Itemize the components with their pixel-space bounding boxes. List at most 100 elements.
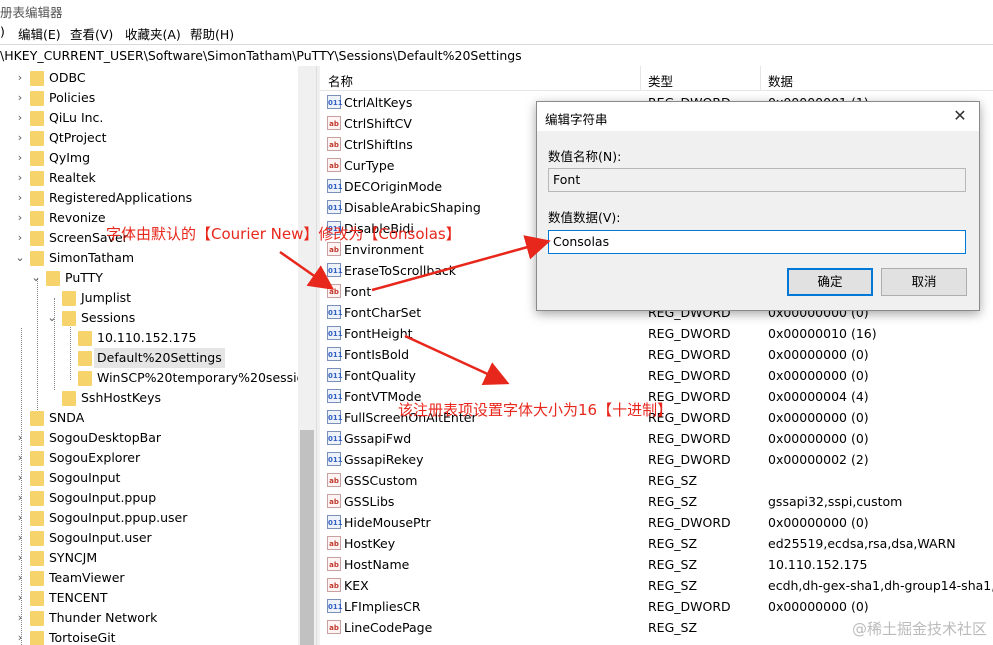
- chevron-right-icon[interactable]: ›: [14, 108, 26, 128]
- tree-item[interactable]: › TeamViewer: [0, 568, 298, 588]
- column-separator[interactable]: [760, 66, 761, 90]
- tree-item[interactable]: ⌄ SimonTatham: [0, 248, 298, 268]
- column-separator[interactable]: [640, 66, 641, 90]
- folder-icon: [30, 571, 44, 586]
- tree-item[interactable]: WinSCP%20temporary%20session: [0, 368, 312, 388]
- tree-item[interactable]: › SogouExplorer: [0, 448, 298, 468]
- header-name[interactable]: 名称: [328, 71, 353, 90]
- chevron-right-icon[interactable]: ›: [14, 68, 26, 88]
- chevron-right-icon[interactable]: ›: [14, 588, 26, 608]
- header-type[interactable]: 类型: [648, 71, 673, 90]
- menu-file[interactable]: ): [0, 24, 5, 39]
- value-name: DECOriginMode: [344, 179, 443, 194]
- tree-item[interactable]: › QyImg: [0, 148, 298, 168]
- menu-edit[interactable]: 编辑(E): [18, 24, 61, 43]
- folder-icon: [30, 471, 44, 486]
- tree-item[interactable]: SshHostKeys: [0, 388, 298, 408]
- chevron-right-icon[interactable]: ›: [14, 448, 26, 468]
- tree-item[interactable]: › Policies: [0, 88, 298, 108]
- tree-item[interactable]: 10.110.152.175: [0, 328, 298, 348]
- tree-item-label: SimonTatham: [49, 250, 135, 265]
- chevron-right-icon[interactable]: ›: [14, 208, 26, 228]
- list-row[interactable]: 011 FontQuality REG_DWORD 0x00000000 (0): [320, 365, 993, 386]
- tree-item[interactable]: › QtProject: [0, 128, 298, 148]
- tree-item[interactable]: › QiLu Inc.: [0, 108, 298, 128]
- menu-help[interactable]: 帮助(H): [190, 24, 234, 43]
- value-type: REG_DWORD: [648, 326, 731, 341]
- list-row[interactable]: ab KEX REG_SZ ecdh,dh-gex-sha1,dh-group14-s…: [320, 575, 993, 596]
- list-row[interactable]: ab HostName REG_SZ 10.110.152.175: [320, 554, 993, 575]
- value-data: 0x00000000 (0): [768, 515, 869, 530]
- list-row[interactable]: 011 HideMousePtr REG_DWORD 0x00000000 (0): [320, 512, 993, 533]
- tree-item[interactable]: SNDA: [0, 408, 298, 428]
- tree-item[interactable]: Default%20Settings: [0, 348, 298, 368]
- tree-item[interactable]: › SogouDesktopBar: [0, 428, 298, 448]
- tree-item[interactable]: › Thunder Network: [0, 608, 298, 628]
- registry-tree: › ODBC › Policies › QiLu Inc. › QtProject › QyImg…: [0, 66, 316, 645]
- chevron-right-icon[interactable]: ›: [14, 488, 26, 508]
- tree-item[interactable]: ⌄ PuTTY: [0, 268, 298, 288]
- chevron-right-icon[interactable]: ›: [14, 468, 26, 488]
- folder-icon: [30, 631, 44, 645]
- list-row[interactable]: 011 LFImpliesCR REG_DWORD 0x00000000 (0): [320, 596, 993, 617]
- tree-item-label: TENCENT: [49, 590, 108, 605]
- folder-icon: [30, 91, 44, 106]
- tree-item[interactable]: › TortoiseGit: [0, 628, 298, 645]
- tree-item[interactable]: › SogouInput.ppup.user: [0, 508, 298, 528]
- tree-item-label: SNDA: [49, 410, 85, 425]
- tree-item[interactable]: Jumplist: [0, 288, 298, 308]
- chevron-down-icon[interactable]: ⌄: [14, 248, 26, 268]
- folder-icon: [62, 391, 76, 406]
- chevron-right-icon[interactable]: ›: [14, 608, 26, 628]
- tree-item[interactable]: › Realtek: [0, 168, 298, 188]
- chevron-down-icon[interactable]: ⌄: [46, 308, 58, 328]
- value-data-input[interactable]: Consolas: [548, 230, 966, 254]
- list-row[interactable]: 011 GssapiFwd REG_DWORD 0x00000000 (0): [320, 428, 993, 449]
- chevron-right-icon[interactable]: ›: [14, 168, 26, 188]
- window-title: 册表编辑器: [0, 5, 63, 20]
- tree-item[interactable]: › SogouInput.ppup: [0, 488, 298, 508]
- value-name: GSSLibs: [344, 494, 395, 509]
- tree-item[interactable]: › RegisteredApplications: [0, 188, 298, 208]
- list-row[interactable]: 011 GssapiRekey REG_DWORD 0x00000002 (2): [320, 449, 993, 470]
- folder-icon: [46, 271, 60, 286]
- chevron-right-icon[interactable]: ›: [14, 508, 26, 528]
- tree-item-label: SogouExplorer: [49, 450, 141, 465]
- chevron-right-icon[interactable]: ›: [14, 88, 26, 108]
- tree-scrollbar-thumb[interactable]: [300, 430, 314, 645]
- chevron-right-icon[interactable]: ›: [14, 568, 26, 588]
- chevron-right-icon[interactable]: ›: [14, 548, 26, 568]
- list-row[interactable]: 011 FontIsBold REG_DWORD 0x00000000 (0): [320, 344, 993, 365]
- chevron-right-icon[interactable]: ›: [14, 628, 26, 645]
- header-data[interactable]: 数据: [768, 71, 793, 90]
- tree-item-label: TortoiseGit: [49, 630, 116, 645]
- close-icon[interactable]: ✕: [945, 103, 975, 129]
- chevron-down-icon[interactable]: ⌄: [30, 268, 42, 288]
- tree-item[interactable]: › ODBC: [0, 68, 298, 88]
- watermark: @稀土掘金技术社区: [851, 620, 987, 638]
- chevron-right-icon[interactable]: ›: [14, 128, 26, 148]
- list-row[interactable]: ab GSSLibs REG_SZ gssapi32,sspi,custom: [320, 491, 993, 512]
- value-name: LFImpliesCR: [344, 599, 421, 614]
- list-row[interactable]: ab HostKey REG_SZ ed25519,ecdsa,rsa,dsa,WAR…: [320, 533, 993, 554]
- address-bar[interactable]: \HKEY_CURRENT_USER\Software\SimonTatham\…: [0, 44, 993, 68]
- tree-item[interactable]: › SYNCJM: [0, 548, 298, 568]
- tree-item[interactable]: › SogouInput: [0, 468, 298, 488]
- chevron-right-icon[interactable]: ›: [14, 148, 26, 168]
- tree-item[interactable]: › TENCENT: [0, 588, 298, 608]
- list-row[interactable]: 011 FontHeight REG_DWORD 0x00000010 (16): [320, 323, 993, 344]
- chevron-right-icon[interactable]: ›: [14, 188, 26, 208]
- chevron-right-icon[interactable]: ›: [14, 428, 26, 448]
- value-name: HostName: [344, 557, 410, 572]
- menu-favorites[interactable]: 收藏夹(A): [125, 24, 181, 43]
- list-row[interactable]: ab GSSCustom REG_SZ: [320, 470, 993, 491]
- tree-scrollbar[interactable]: [298, 66, 316, 645]
- folder-icon: [30, 591, 44, 606]
- cancel-button[interactable]: 取消: [881, 268, 967, 296]
- chevron-right-icon[interactable]: ›: [14, 528, 26, 548]
- chevron-right-icon[interactable]: ›: [14, 228, 26, 248]
- tree-item[interactable]: › SogouInput.user: [0, 528, 298, 548]
- menu-view[interactable]: 查看(V): [70, 24, 113, 43]
- tree-item[interactable]: ⌄ Sessions: [0, 308, 298, 328]
- ok-button[interactable]: 确定: [787, 268, 873, 296]
